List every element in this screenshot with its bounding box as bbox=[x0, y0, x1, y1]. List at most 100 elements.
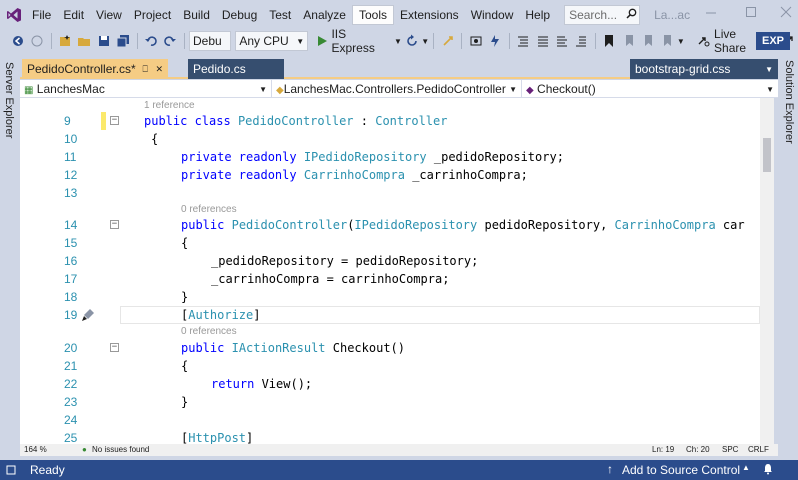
toolbar-overflow-icon[interactable]: ▼ bbox=[677, 37, 685, 46]
save-all-icon[interactable] bbox=[115, 33, 130, 49]
codelens-references[interactable]: 1 reference bbox=[144, 100, 195, 112]
tab-pedido[interactable]: Pedido.cs bbox=[188, 59, 284, 79]
increase-indent-icon[interactable] bbox=[574, 33, 589, 49]
minimize-icon[interactable] bbox=[705, 6, 717, 18]
collapse-toggle[interactable]: − bbox=[110, 116, 119, 125]
tab-bootstrap-grid[interactable]: bootstrap-grid.css ▼ bbox=[630, 59, 778, 79]
line-number: 21 bbox=[64, 359, 78, 373]
tab-pedido-controller[interactable]: PedidoController.cs* ⎕ ✕ bbox=[22, 59, 168, 79]
class-select[interactable]: ◆LanchesMac.Controllers.PedidoController… bbox=[272, 80, 522, 98]
codelens-references[interactable]: 0 references bbox=[181, 204, 237, 216]
redo-icon[interactable] bbox=[163, 33, 178, 49]
code-line: 10 { bbox=[20, 130, 760, 148]
comment-out-icon[interactable] bbox=[535, 33, 550, 49]
line-number: 18 bbox=[64, 290, 78, 304]
whitespace-indicator[interactable]: SPC bbox=[722, 445, 738, 454]
solution-platform-select[interactable]: Any CPU ▼ bbox=[235, 31, 309, 51]
solution-explorer-tab[interactable]: Solution Explorer bbox=[783, 60, 795, 144]
save-icon[interactable] bbox=[96, 33, 111, 49]
menu-bar: File Edit View Project Build Debug Test … bbox=[0, 0, 798, 30]
toolbar-separator bbox=[50, 33, 52, 49]
method-icon: ◆ bbox=[526, 85, 534, 96]
menu-project[interactable]: Project bbox=[128, 5, 177, 25]
tab-dropdown-icon[interactable]: ▼ bbox=[765, 65, 773, 74]
toolbar-separator bbox=[184, 33, 185, 49]
scrollbar-thumb[interactable] bbox=[763, 138, 771, 172]
line-number: 11 bbox=[64, 150, 77, 164]
bookmark-icon[interactable] bbox=[602, 33, 617, 49]
add-to-source-control-button[interactable]: Add to Source Control bbox=[622, 463, 740, 477]
zoom-level[interactable]: 164 % bbox=[24, 445, 47, 454]
exp-badge-button[interactable]: EXP bbox=[756, 32, 790, 50]
chevron-down-icon[interactable]: ▼ bbox=[394, 37, 402, 46]
code-text: return View(); bbox=[211, 377, 313, 391]
undo-icon[interactable] bbox=[144, 33, 159, 49]
status-ready-text: Ready bbox=[30, 463, 65, 477]
menu-extensions[interactable]: Extensions bbox=[394, 5, 465, 25]
back-icon[interactable] bbox=[10, 33, 25, 49]
code-line: 21 { bbox=[20, 357, 760, 375]
notifications-bell-icon[interactable] bbox=[762, 463, 774, 478]
refresh-browser-icon[interactable] bbox=[404, 33, 419, 49]
menu-view[interactable]: View bbox=[90, 5, 128, 25]
menu-test[interactable]: Test bbox=[263, 5, 297, 25]
line-number: 10 bbox=[64, 132, 78, 146]
quick-actions-brush-icon[interactable] bbox=[80, 307, 96, 326]
run-target-label[interactable]: IIS Express bbox=[331, 27, 390, 55]
code-text: public PedidoController(IPedidoRepositor… bbox=[181, 218, 745, 232]
codelens-references[interactable]: 0 references bbox=[181, 326, 237, 338]
menu-tools[interactable]: Tools bbox=[351, 5, 394, 25]
code-line: 16 _pedidoRepository = pedidoRepository; bbox=[20, 252, 760, 270]
column-indicator: Ch: 20 bbox=[686, 445, 710, 454]
chevron-down-icon[interactable]: ▼ bbox=[421, 37, 429, 46]
check-circle-icon: ● bbox=[82, 445, 87, 454]
code-line: 17 _carrinhoCompra = carrinhoCompra; bbox=[20, 270, 760, 288]
menu-analyze[interactable]: Analyze bbox=[297, 5, 352, 25]
visual-studio-logo-icon bbox=[2, 0, 26, 30]
menu-help[interactable]: Help bbox=[519, 5, 556, 25]
code-line: 20 − public IActionResult Checkout() bbox=[20, 339, 760, 357]
close-tab-icon[interactable]: ✕ bbox=[155, 64, 163, 74]
next-bookmark-icon[interactable] bbox=[640, 33, 655, 49]
line-ending-indicator[interactable]: CRLF bbox=[748, 445, 769, 454]
hot-reload-icon[interactable] bbox=[488, 33, 503, 49]
screenshot-icon[interactable] bbox=[468, 33, 483, 49]
code-editor[interactable]: 1 reference 9 − public class PedidoContr… bbox=[20, 98, 760, 444]
code-line: 12 private readonly CarrinhoCompra _carr… bbox=[20, 166, 760, 184]
browser-link-icon[interactable] bbox=[440, 33, 455, 49]
open-file-icon[interactable] bbox=[77, 33, 92, 49]
previous-bookmark-icon[interactable] bbox=[621, 33, 636, 49]
member-select[interactable]: ◆ Checkout() ▼ bbox=[522, 80, 778, 98]
upload-arrow-icon: ↑ bbox=[607, 462, 613, 476]
code-text: _carrinhoCompra = carrinhoCompra; bbox=[211, 272, 450, 286]
project-select[interactable]: ▦ LanchesMac ▼ bbox=[20, 80, 272, 98]
start-debug-icon[interactable] bbox=[314, 33, 329, 49]
code-line: 13 bbox=[20, 184, 760, 202]
format-document-icon[interactable] bbox=[516, 33, 531, 49]
chevron-up-icon[interactable]: ▲ bbox=[742, 463, 750, 472]
server-explorer-tab[interactable]: Server Explorer bbox=[3, 62, 15, 138]
uncomment-icon[interactable] bbox=[554, 33, 569, 49]
editor-vertical-scrollbar[interactable] bbox=[760, 98, 774, 444]
new-project-icon[interactable] bbox=[57, 33, 72, 49]
clear-bookmarks-icon[interactable] bbox=[660, 33, 675, 49]
menu-debug[interactable]: Debug bbox=[216, 5, 263, 25]
issues-indicator[interactable]: No issues found bbox=[92, 445, 149, 454]
forward-icon[interactable] bbox=[29, 33, 44, 49]
menu-file[interactable]: File bbox=[26, 5, 57, 25]
code-text: { bbox=[151, 132, 159, 146]
maximize-icon[interactable] bbox=[745, 6, 757, 18]
document-tab-strip: PedidoController.cs* ⎕ ✕ Pedido.cs boots… bbox=[20, 57, 778, 79]
code-text: public class PedidoController : Controll… bbox=[144, 114, 448, 128]
menu-window[interactable]: Window bbox=[465, 5, 520, 25]
search-input[interactable]: Search... bbox=[564, 5, 641, 25]
live-share-icon[interactable] bbox=[697, 33, 712, 49]
close-icon[interactable] bbox=[780, 6, 792, 18]
pin-icon[interactable]: ⎕ bbox=[143, 64, 148, 74]
menu-edit[interactable]: Edit bbox=[57, 5, 90, 25]
line-number: 9 bbox=[64, 114, 71, 128]
collapse-toggle[interactable]: − bbox=[110, 220, 119, 229]
collapse-toggle[interactable]: − bbox=[110, 343, 119, 352]
menu-build[interactable]: Build bbox=[177, 5, 216, 25]
solution-configuration-select[interactable]: Debu bbox=[188, 31, 232, 51]
